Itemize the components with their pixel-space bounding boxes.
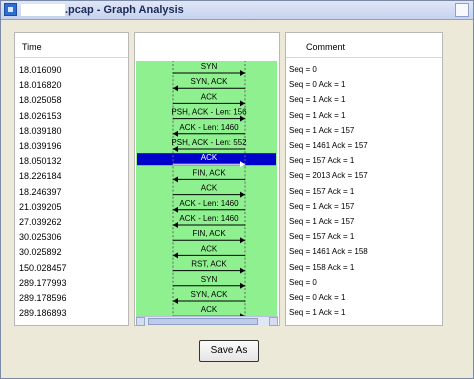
graph-row[interactable]: ACK [172, 90, 246, 107]
comment-cell[interactable]: Seq = 158 Ack = 1 [289, 263, 354, 272]
graph-row[interactable]: SYN, ACK [172, 75, 246, 92]
graph-row[interactable]: ACK [172, 303, 246, 316]
time-cell[interactable]: 18.025058 [19, 95, 62, 105]
comment-cell[interactable]: Seq = 1 Ack = 1 [289, 95, 345, 104]
save-as-button[interactable]: Save As [199, 340, 259, 362]
time-cell[interactable]: 289.177993 [19, 278, 67, 288]
scroll-thumb[interactable] [148, 318, 258, 325]
comment-cell[interactable]: Seq = 0 Ack = 1 [289, 80, 345, 89]
packet-label: SYN [201, 275, 218, 284]
graph-row[interactable]: FIN, ACK [172, 227, 246, 244]
time-cell[interactable]: 18.026153 [19, 111, 62, 121]
packet-label: FIN, ACK [192, 168, 226, 177]
packet-label: PSH, ACK - Len: 552 [171, 138, 247, 147]
packet-label: ACK [201, 92, 218, 101]
packet-label: PSH, ACK - Len: 156 [171, 108, 247, 117]
graph-row[interactable]: ACK [137, 151, 276, 168]
packet-label: ACK [201, 244, 218, 253]
time-cell[interactable]: 18.226184 [19, 171, 62, 181]
packet-label: ACK - Len: 1460 [179, 123, 239, 132]
comment-cell[interactable]: Seq = 0 [289, 65, 317, 74]
time-cell[interactable]: 21.039205 [19, 202, 62, 212]
time-cell[interactable]: 18.039196 [19, 141, 62, 151]
packet-label: ACK [201, 153, 218, 162]
packet-label: ACK - Len: 1460 [179, 199, 239, 208]
packet-label: SYN [201, 62, 218, 71]
time-cell[interactable]: 18.246397 [19, 187, 62, 197]
graph-panel: SYN SYN, ACK ACK PSH, ACK - Len: 156 ACK - L… [134, 32, 280, 326]
packet-label: ACK [201, 305, 218, 314]
time-cell[interactable]: 18.016820 [19, 80, 62, 90]
comment-cell[interactable]: Seq = 157 Ack = 1 [289, 187, 354, 196]
graph-row[interactable]: SYN, ACK [172, 288, 246, 304]
packet-label: ACK [201, 184, 218, 193]
graph-row[interactable]: ACK [172, 181, 246, 198]
graph-row[interactable]: FIN, ACK [172, 166, 246, 183]
app-icon [4, 3, 17, 16]
time-cell[interactable]: 30.025892 [19, 247, 62, 257]
comment-header: Comment [286, 33, 442, 58]
time-header-label: Time [22, 42, 42, 52]
time-header: Time [15, 33, 128, 58]
graph-row[interactable]: ACK [172, 242, 246, 259]
comment-cell[interactable]: Seq = 0 [289, 278, 317, 287]
comment-cell[interactable]: Seq = 1 Ack = 157 [289, 126, 354, 135]
comment-cell[interactable]: Seq = 1 Ack = 1 [289, 308, 345, 317]
comment-cell[interactable]: Seq = 1461 Ack = 157 [289, 141, 368, 150]
graph-svg: SYN SYN, ACK ACK PSH, ACK - Len: 156 ACK - L… [137, 61, 276, 316]
time-cell[interactable]: 289.186893 [19, 308, 67, 318]
comment-cell[interactable]: Seq = 1461 Ack = 158 [289, 247, 368, 256]
graph-row[interactable]: SYN [172, 61, 246, 76]
packet-label: SYN, ACK [191, 77, 229, 86]
scroll-left-icon[interactable] [136, 317, 145, 326]
redacted-filename [21, 4, 65, 16]
graph-row[interactable]: PSH, ACK - Len: 156 [171, 105, 247, 122]
time-cell[interactable]: 30.025306 [19, 232, 62, 242]
time-cell[interactable]: 27.039262 [19, 217, 62, 227]
graph-row[interactable]: PSH, ACK - Len: 552 [171, 136, 247, 152]
window-control-icon[interactable] [455, 3, 469, 17]
graph-row[interactable]: ACK - Len: 1460 [172, 196, 246, 213]
comment-cell[interactable]: Seq = 1 Ack = 157 [289, 202, 354, 211]
time-cell[interactable]: 18.050132 [19, 156, 62, 166]
time-cell[interactable]: 289.178596 [19, 293, 67, 303]
graph-analysis-window: .pcap - Graph Analysis Time 18.016090 18.… [0, 0, 474, 379]
horizontal-scrollbar[interactable] [136, 316, 278, 326]
scroll-right-icon[interactable] [269, 317, 278, 326]
packet-label: FIN, ACK [192, 229, 226, 238]
graph-row[interactable]: ACK - Len: 1460 [172, 212, 246, 228]
comment-cell[interactable]: Seq = 1 Ack = 1 [289, 111, 345, 120]
graph-row[interactable]: SYN [172, 272, 246, 289]
graph-row[interactable]: ACK - Len: 1460 [172, 120, 246, 137]
packet-label: ACK - Len: 1460 [179, 214, 239, 223]
time-cell[interactable]: 150.028457 [19, 263, 67, 273]
comment-cell[interactable]: Seq = 157 Ack = 1 [289, 156, 354, 165]
time-cell[interactable]: 18.016090 [19, 65, 62, 75]
time-panel: Time 18.016090 18.016820 18.025058 18.02615… [14, 32, 129, 326]
graph-header [135, 33, 279, 61]
comment-cell[interactable]: Seq = 1 Ack = 157 [289, 217, 354, 226]
time-cell[interactable]: 18.039180 [19, 126, 62, 136]
packet-label: SYN, ACK [191, 290, 229, 299]
comment-panel: Comment Seq = 0 Seq = 0 Ack = 1 Seq = 1 Ac… [285, 32, 443, 326]
comment-cell[interactable]: Seq = 157 Ack = 1 [289, 232, 354, 241]
comment-cell[interactable]: Seq = 2013 Ack = 157 [289, 171, 368, 180]
title-bar[interactable]: .pcap - Graph Analysis [1, 1, 473, 20]
comment-cell[interactable]: Seq = 0 Ack = 1 [289, 293, 345, 302]
comment-header-label: Comment [306, 42, 346, 52]
window-title: .pcap - Graph Analysis [65, 4, 184, 16]
packet-label: RST, ACK [191, 260, 227, 269]
graph-row[interactable]: RST, ACK [172, 257, 246, 274]
